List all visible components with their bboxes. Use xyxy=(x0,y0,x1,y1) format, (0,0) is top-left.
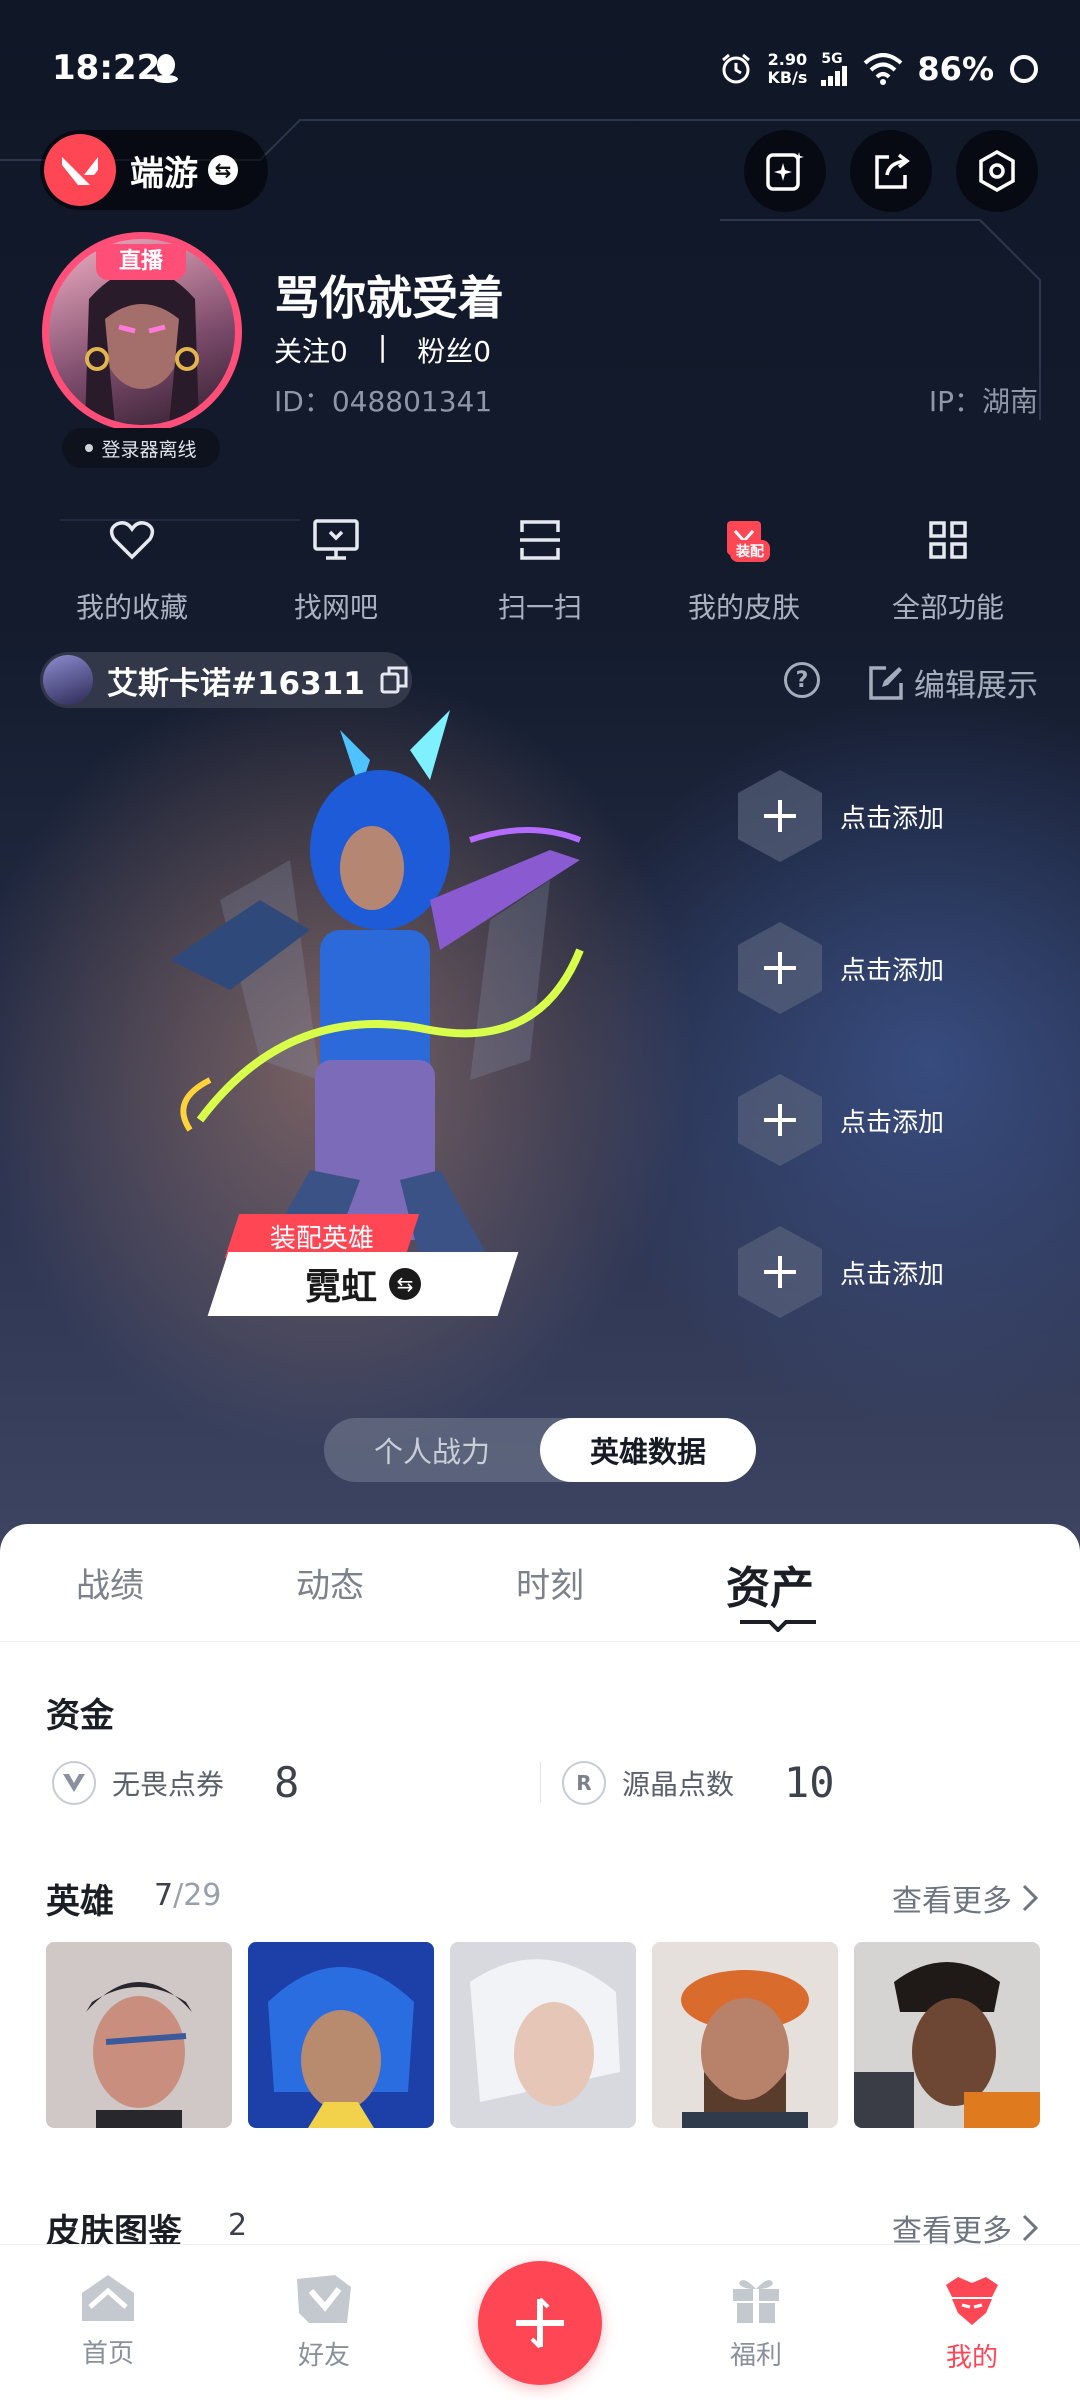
hero-list xyxy=(46,1942,1040,2128)
hero-card[interactable] xyxy=(46,1942,232,2128)
funds-divider xyxy=(540,1762,541,1802)
add-slot-4[interactable]: 点击添加 xyxy=(738,1226,944,1318)
live-badge[interactable]: 直播 xyxy=(96,244,186,280)
plus-icon xyxy=(738,770,822,862)
nav-home[interactable]: 首页 xyxy=(48,2273,168,2370)
nickname: 骂你就受着 xyxy=(274,271,504,325)
chevron-right-icon xyxy=(1022,2214,1038,2242)
sparkle-card-icon xyxy=(766,152,804,191)
shortcut-scan[interactable]: 扫一扫 xyxy=(438,510,642,626)
platform-switcher[interactable]: 端游 ⇆ xyxy=(40,130,268,210)
shortcut-favorites[interactable]: 我的收藏 xyxy=(30,510,234,626)
edit-showcase-button[interactable]: 编辑展示 xyxy=(868,660,1038,705)
alarm-icon xyxy=(722,53,751,84)
copy-icon[interactable] xyxy=(379,665,409,695)
heroes-title: 英雄 xyxy=(46,1882,114,1922)
home-icon xyxy=(82,2275,134,2321)
riot-id: 艾斯卡诺#16311 xyxy=(107,665,365,702)
plus-icon xyxy=(516,2297,564,2349)
chevron-right-icon xyxy=(1022,1884,1038,1912)
fans-count[interactable]: 粉丝0 xyxy=(417,330,491,370)
help-icon[interactable]: ? xyxy=(784,662,820,698)
tab-match-history[interactable]: 战绩 xyxy=(0,1524,220,1641)
ip-location: IP：湖南 xyxy=(928,385,1038,418)
user-id: ID：048801341 xyxy=(274,385,493,418)
network-speed: 2.90 KB/s xyxy=(767,50,808,87)
plus-icon xyxy=(738,1074,822,1166)
tab-assets[interactable]: 资产 xyxy=(660,1524,880,1641)
data-mode-toggle: 个人战力 英雄数据 xyxy=(324,1418,756,1482)
add-slot-3[interactable]: 点击添加 xyxy=(738,1074,944,1166)
fund-radianite: R 源晶点数 10 xyxy=(562,1758,835,1807)
plus-icon xyxy=(738,1226,822,1318)
heroes-count: 7/29 xyxy=(154,1878,222,1913)
network-type: 5G xyxy=(821,51,843,67)
battery-icon xyxy=(1010,55,1038,83)
hero-card[interactable] xyxy=(248,1942,434,2128)
radianite-value: 10 xyxy=(784,1758,835,1807)
signal-icon xyxy=(821,66,848,86)
status-bar: 18:22 2.90 KB/s 5G 86% xyxy=(0,0,1080,140)
wifi-icon xyxy=(864,53,903,85)
grid-icon xyxy=(918,510,978,570)
shortcut-my-skins[interactable]: 装配 我的皮肤 xyxy=(642,510,846,626)
platform-name: 端游 xyxy=(130,153,198,194)
hero-card[interactable] xyxy=(450,1942,636,2128)
status-time: 18:22 xyxy=(52,48,161,88)
follow-stats: 关注0 | 粉丝0 xyxy=(274,330,491,370)
nav-friends[interactable]: 好友 xyxy=(264,2273,384,2372)
friends-icon xyxy=(297,2275,351,2323)
shortcut-internet-cafe[interactable]: 找网吧 xyxy=(234,510,438,626)
account-avatar xyxy=(43,655,93,705)
edit-icon xyxy=(869,665,903,700)
hero-card[interactable] xyxy=(854,1942,1040,2128)
add-slot-2[interactable]: 点击添加 xyxy=(738,922,944,1014)
sparkle-card-button[interactable] xyxy=(744,130,826,212)
nav-profile[interactable]: 我的 xyxy=(912,2273,1032,2374)
tab-indicator-icon xyxy=(740,1620,816,1632)
switch-agent-icon: ⇆ xyxy=(389,1268,421,1300)
heroes-view-more[interactable]: 查看更多 xyxy=(892,1876,1038,1920)
share-button[interactable] xyxy=(850,130,932,212)
tab-moments[interactable]: 时刻 xyxy=(440,1524,660,1641)
funds-title: 资金 xyxy=(46,1696,114,1736)
skin-icon: 装配 xyxy=(714,510,774,570)
status-dot-icon xyxy=(85,444,94,452)
settings-button[interactable] xyxy=(956,130,1038,212)
radianite-icon: R xyxy=(562,1760,606,1805)
following-count[interactable]: 关注0 xyxy=(274,330,348,370)
battery-level: 86% xyxy=(917,50,994,88)
switch-icon: ⇆ xyxy=(208,155,238,185)
qq-notification-icon xyxy=(154,54,178,83)
valorant-logo-icon xyxy=(44,134,116,206)
shortcut-all-features[interactable]: 全部功能 xyxy=(846,510,1050,626)
monitor-icon xyxy=(306,510,366,570)
create-post-button[interactable] xyxy=(478,2261,602,2385)
agent-name: 霓虹 xyxy=(304,1267,377,1308)
toggle-personal-power[interactable]: 个人战力 xyxy=(324,1418,540,1482)
hero-card[interactable] xyxy=(652,1942,838,2128)
stats-separator: | xyxy=(377,330,388,363)
settings-icon xyxy=(979,149,1015,193)
toggle-agent-data[interactable]: 英雄数据 xyxy=(540,1418,756,1482)
fund-valorant-points: 无畏点券 8 xyxy=(52,1758,299,1807)
skins-count: 2 xyxy=(228,2208,248,2243)
launcher-status: 登录器离线 xyxy=(62,428,220,468)
profile-tabs: 战绩 动态 时刻 资产 xyxy=(0,1524,1080,1642)
bottom-navigation: 首页 好友 福利 我的 xyxy=(0,2244,1080,2400)
skin-badge: 装配 xyxy=(730,540,770,562)
profile-icon xyxy=(946,2277,998,2325)
plus-icon xyxy=(738,922,822,1014)
share-icon xyxy=(875,153,910,189)
shortcut-row: 我的收藏 找网吧 扫一扫 装配 我的皮肤 全部功能 xyxy=(30,510,1050,626)
gift-icon xyxy=(733,2280,779,2323)
valorant-points-icon xyxy=(52,1760,96,1805)
heart-icon xyxy=(102,510,162,570)
scan-icon xyxy=(510,510,570,570)
nav-rewards[interactable]: 福利 xyxy=(696,2273,816,2372)
add-slot-1[interactable]: 点击添加 xyxy=(738,770,944,862)
tab-feed[interactable]: 动态 xyxy=(220,1524,440,1641)
agent-name-tag[interactable]: 霓虹 ⇆ xyxy=(207,1252,519,1316)
valorant-points-value: 8 xyxy=(274,1758,300,1807)
